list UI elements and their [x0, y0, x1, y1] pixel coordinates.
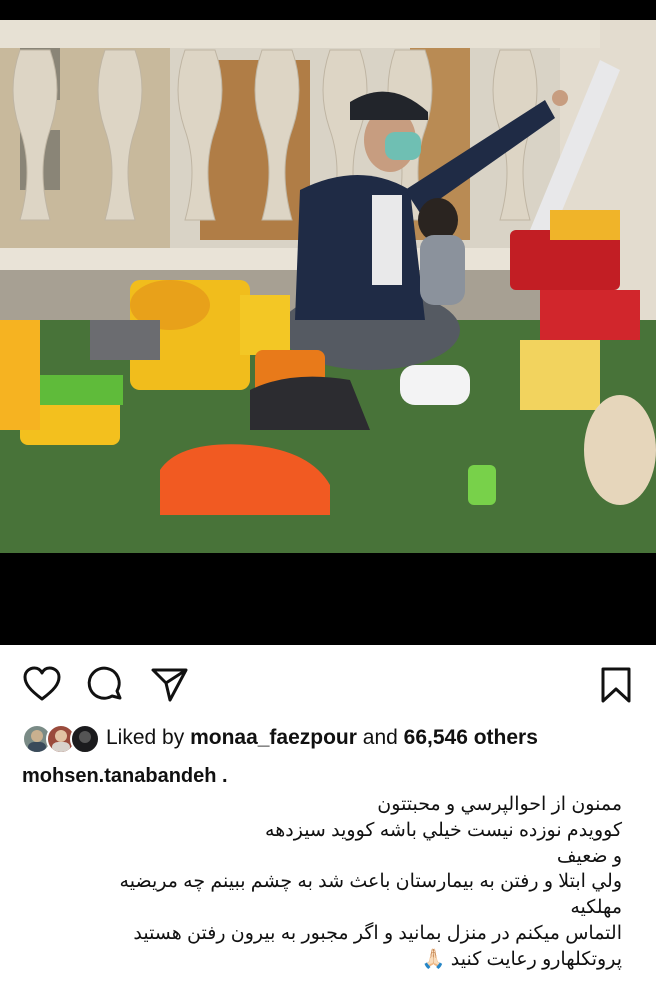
post-photo[interactable]	[0, 20, 656, 553]
post-caption: ممنون از احوالپرسي و محبتتون کوويدم نوزد…	[22, 792, 622, 973]
liker-avatars	[22, 722, 106, 754]
likes-middle: and	[356, 726, 404, 749]
caption-line: ولي ابتلا و رفتن به بيمارستان باعث شد به…	[119, 871, 622, 893]
post-action-bar	[0, 645, 656, 723]
share-paper-plane-icon[interactable]	[150, 665, 190, 705]
save-bookmark-icon[interactable]	[596, 665, 636, 705]
caption-line: پروتکلهارو رعايت کنيد 🙏🏻	[421, 948, 622, 970]
caption-line: کوويدم نوزده نيست خيلي باشه کوويد سيزدهه	[265, 819, 622, 841]
like-heart-icon[interactable]	[22, 665, 62, 705]
photo-letterbox-bar	[0, 553, 656, 645]
post-author-username[interactable]: mohsen.tanabandeh .	[22, 765, 228, 788]
likes-summary[interactable]: Liked by monaa_faezpour and 66,546 other…	[106, 726, 538, 750]
liker-username[interactable]: monaa_faezpour	[190, 726, 357, 749]
likes-prefix: Liked by	[106, 726, 191, 749]
likes-row: Liked by monaa_faezpour and 66,546 other…	[22, 722, 642, 754]
likes-count[interactable]: 66,546 others	[404, 726, 538, 749]
comment-bubble-icon[interactable]	[86, 665, 126, 705]
top-black-bar	[0, 0, 656, 20]
caption-line: التماس ميکنم در منزل بمانيد و اگر مجبور …	[133, 923, 622, 945]
caption-line: ممنون از احوالپرسي و محبتتون	[377, 794, 622, 815]
avatar[interactable]	[70, 724, 100, 754]
caption-line: مهلکيه	[570, 897, 622, 919]
caption-line: و ضعيف	[556, 845, 622, 867]
